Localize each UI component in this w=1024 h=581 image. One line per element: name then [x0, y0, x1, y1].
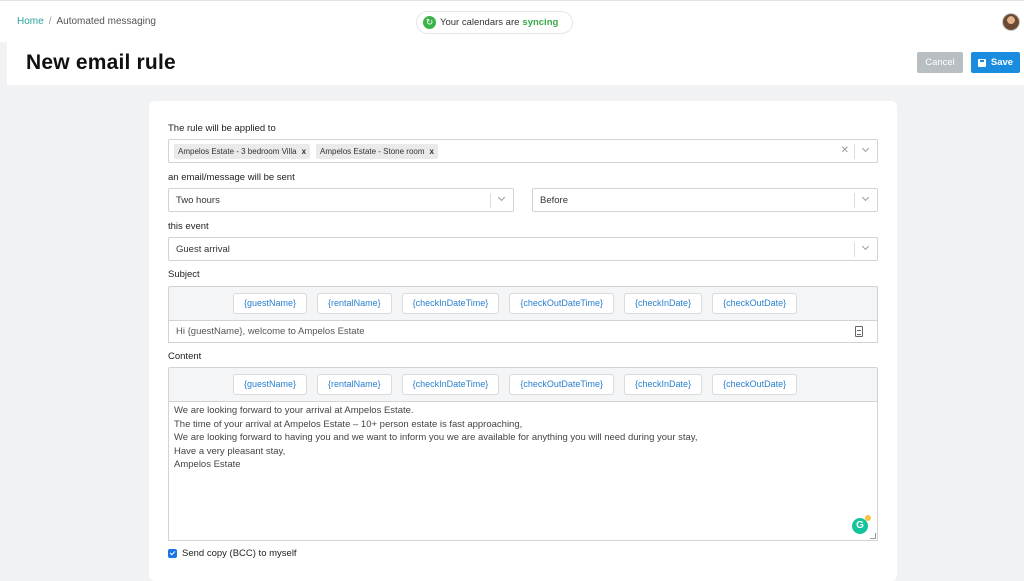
content-line: We are looking forward to having you and… [174, 432, 698, 443]
sync-icon: ↻ [423, 16, 436, 29]
breadcrumb-current: Automated messaging [56, 16, 156, 27]
content-line: We are looking forward to your arrival a… [174, 405, 414, 416]
subject-input-value: Hi {guestName}, welcome to Ampelos Estat… [176, 326, 365, 337]
save-button-label: Save [990, 57, 1014, 68]
sync-text: Your calendars are [440, 17, 520, 28]
content-label: Content [168, 351, 202, 362]
content-tag-guest-name[interactable]: {guestName} [233, 374, 308, 395]
event-label: this event [168, 221, 209, 232]
content-line: The time of your arrival at Ampelos Esta… [174, 418, 523, 430]
chevron-down-icon[interactable] [490, 193, 513, 208]
breadcrumb-separator: / [48, 16, 52, 27]
subject-tag-check-out-date[interactable]: {checkOutDate} [712, 293, 798, 314]
relation-select-value: Before [540, 195, 568, 206]
chevron-down-icon[interactable] [854, 193, 877, 208]
chevron-down-icon[interactable] [854, 242, 877, 257]
sync-status: syncing [522, 17, 559, 28]
bcc-label: Send copy (BCC) to myself [182, 548, 297, 559]
rental-chip-label: Ampelos Estate - Stone room [320, 147, 425, 156]
bcc-checkbox[interactable] [168, 549, 177, 558]
send-timing-label: an email/message will be sent [168, 172, 295, 183]
timing-select[interactable]: Two hours [168, 188, 514, 212]
clear-icon[interactable]: ✕ [841, 145, 849, 156]
top-bar: Home / Automated messaging ↻ Your calendar… [0, 0, 1024, 42]
timing-select-value: Two hours [176, 195, 220, 206]
content-textarea[interactable]: We are looking forward to your arrival a… [168, 401, 878, 541]
content-tag-check-in-datetime[interactable]: {checkInDateTime} [401, 374, 500, 395]
subject-input[interactable]: Hi {guestName}, welcome to Ampelos Estat… [168, 320, 878, 343]
subject-label: Subject [168, 269, 200, 280]
document-icon[interactable] [855, 326, 863, 337]
breadcrumb: Home / Automated messaging [17, 16, 156, 27]
subject-tag-guest-name[interactable]: {guestName} [233, 293, 308, 314]
page-title: New email rule [26, 51, 176, 74]
rental-chip: Ampelos Estate - Stone room x [316, 144, 438, 159]
event-select[interactable]: Guest arrival [168, 237, 878, 261]
subject-tag-rental-name[interactable]: {rentalName} [317, 293, 392, 314]
grammarly-icon[interactable]: G [852, 515, 871, 534]
event-select-value: Guest arrival [176, 244, 230, 255]
content-line: Have a very pleasant stay, [174, 445, 286, 457]
subject-tag-check-in-date[interactable]: {checkInDate} [624, 293, 703, 314]
subject-tag-check-out-datetime[interactable]: {checkOutDateTime} [509, 293, 615, 314]
subject-tag-bar: {guestName} {rentalName} {checkInDateTim… [168, 286, 878, 320]
rental-chip: Ampelos Estate - 3 bedroom Villa x [174, 144, 311, 159]
content-tag-check-in-date[interactable]: {checkInDate} [624, 374, 703, 395]
content-line: Ampelos Estate [174, 459, 241, 470]
content-tag-rental-name[interactable]: {rentalName} [317, 374, 392, 395]
user-avatar[interactable] [1002, 13, 1020, 31]
rentals-label: The rule will be applied to [168, 123, 276, 134]
subject-tag-check-in-datetime[interactable]: {checkInDateTime} [401, 293, 500, 314]
content-tag-check-out-date[interactable]: {checkOutDate} [712, 374, 798, 395]
resize-handle[interactable] [870, 533, 876, 539]
remove-chip-icon[interactable]: x [302, 147, 306, 156]
rentals-multiselect[interactable]: Ampelos Estate - 3 bedroom Villa x Ampelo… [168, 139, 878, 163]
chevron-down-icon[interactable] [854, 144, 877, 159]
floppy-disk-icon [977, 58, 986, 67]
rental-chip-label: Ampelos Estate - 3 bedroom Villa [178, 147, 297, 156]
save-button[interactable]: Save [971, 52, 1020, 73]
page-header: New email rule Cancel Save [7, 42, 1024, 85]
bcc-option[interactable]: Send copy (BCC) to myself [168, 548, 297, 559]
breadcrumb-home-link[interactable]: Home [17, 16, 44, 27]
content-tag-bar: {guestName} {rentalName} {checkInDateTim… [168, 367, 878, 401]
cancel-button[interactable]: Cancel [917, 52, 963, 73]
calendar-sync-status: ↻ Your calendars are syncing [416, 11, 573, 34]
content-tag-check-out-datetime[interactable]: {checkOutDateTime} [509, 374, 615, 395]
relation-select[interactable]: Before [532, 188, 878, 212]
remove-chip-icon[interactable]: x [430, 147, 434, 156]
